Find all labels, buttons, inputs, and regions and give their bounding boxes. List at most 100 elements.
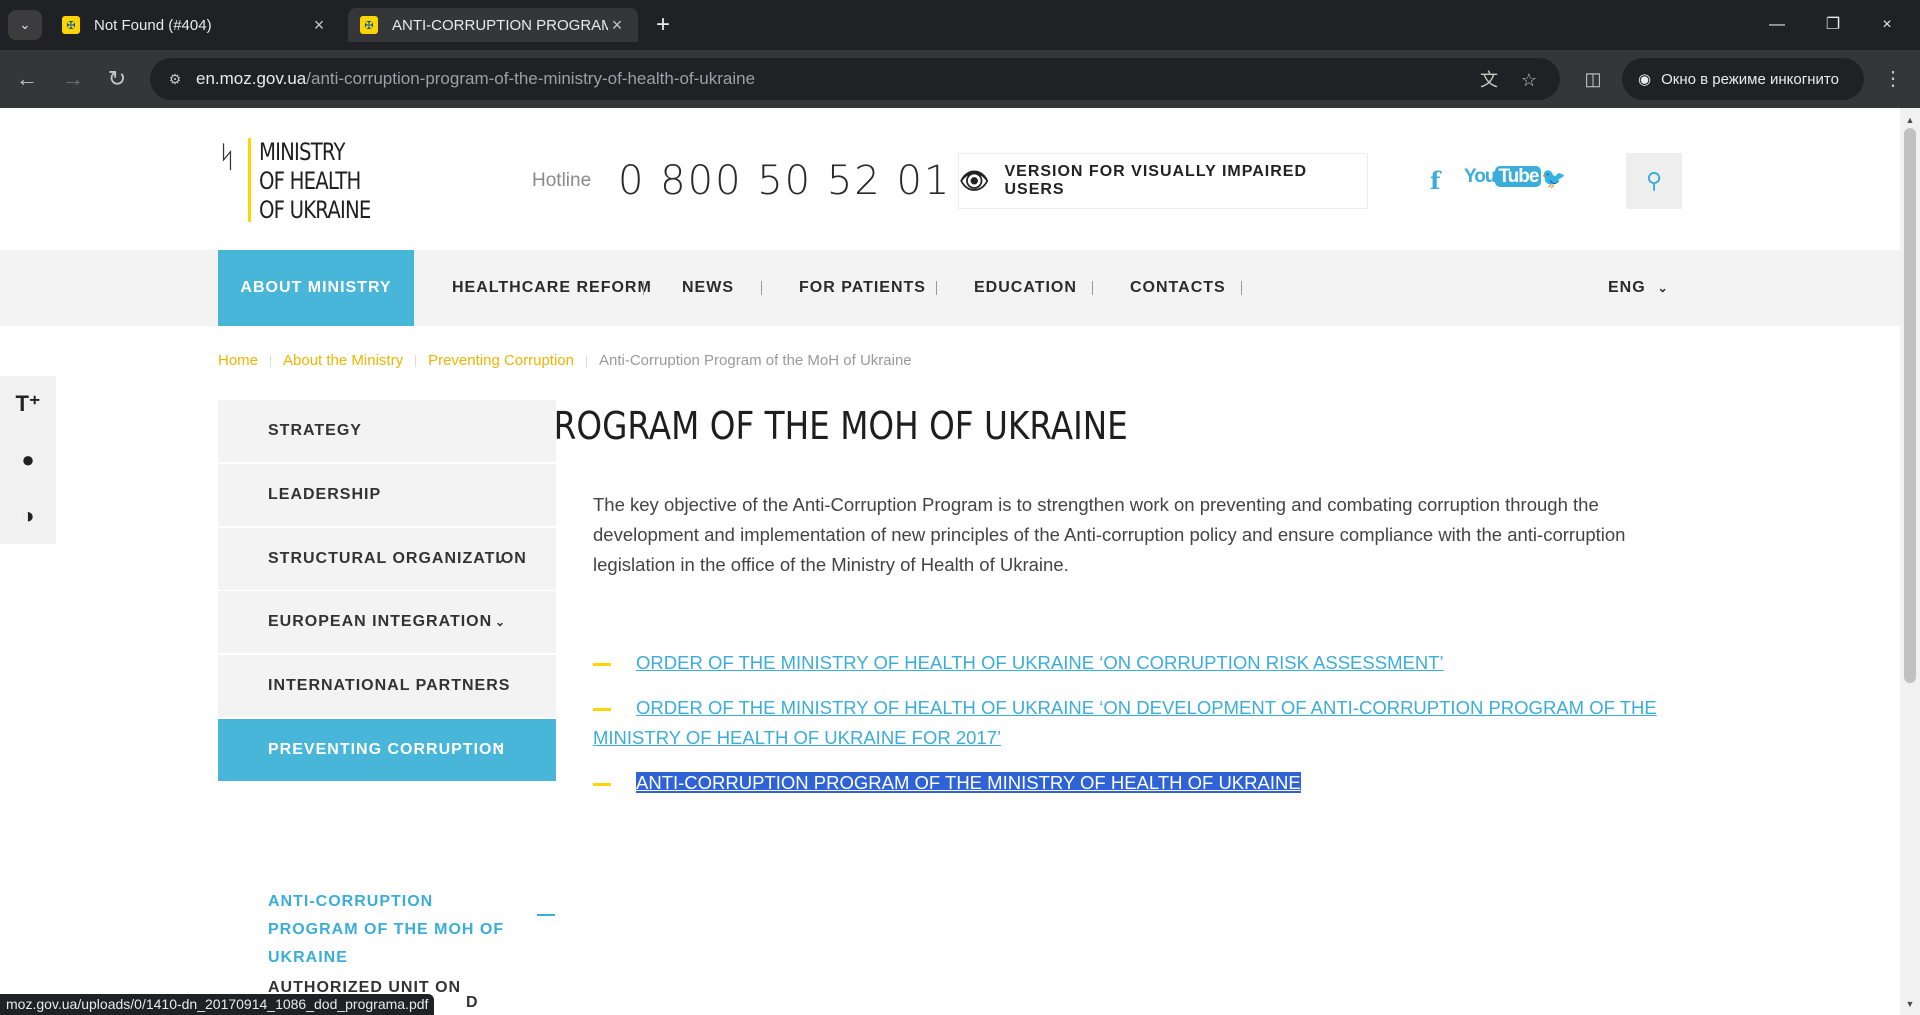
intro-paragraph: The key objective of the Anti-Corruption… [593, 494, 1626, 575]
side-panel-icon[interactable]: ◫ [1578, 64, 1608, 94]
sidebar-item-label: EUROPEAN INTEGRATION [268, 613, 493, 630]
logo-divider [248, 138, 251, 222]
visually-impaired-label: VERSION FOR VISUALLY IMPAIRED USERS [1004, 163, 1307, 198]
bullet-dash [593, 782, 611, 786]
tab-title: ANTI-CORRUPTION PROGRAM [392, 16, 608, 34]
ministry-logo[interactable]: ᛋ MINISTRY OF HEALTH OF UKRAINE [218, 138, 395, 225]
sidebar-subitem-peek: D [466, 994, 478, 1011]
sidebar-item-strategy[interactable]: STRATEGY [218, 400, 556, 462]
browser-tab-bar: ⌄ Not Found (#404) × ANTI-CORRUPTION PRO… [0, 0, 1920, 50]
close-icon[interactable]: × [310, 15, 328, 36]
breadcrumb-separator [415, 355, 417, 368]
nav-healthcare-reform[interactable]: HEALTHCARE REFORM [452, 250, 652, 326]
browser-tab-active[interactable]: ANTI-CORRUPTION PROGRAM × [348, 8, 638, 42]
facebook-icon[interactable]: f [1430, 166, 1440, 195]
chevron-down-icon: ⌄ [19, 17, 31, 32]
sidebar-item-label: LEADERSHIP [268, 486, 382, 503]
text-size-button[interactable]: T⁺ [0, 376, 56, 432]
bullet-dash [593, 662, 611, 666]
youtube-icon[interactable]: You Tube [1464, 166, 1542, 188]
url-domain: en.moz.gov.ua [196, 69, 307, 88]
current-item-dash [537, 914, 555, 916]
sidebar-item-label: INTERNATIONAL PARTNERS [268, 677, 511, 694]
scroll-thumb[interactable] [1904, 128, 1916, 683]
page-viewport: ᛋ MINISTRY OF HEALTH OF UKRAINE Hotline … [0, 108, 1900, 1015]
reload-icon[interactable]: ↻ [102, 64, 132, 94]
nav-contacts[interactable]: CONTACTS [1130, 250, 1226, 326]
restore-icon[interactable]: ❐ [1810, 10, 1856, 40]
bookmark-star-icon[interactable]: ☆ [1516, 67, 1542, 93]
document-link-program-2017[interactable]: ORDER OF THE MINISTRY OF HEALTH OF UKRAI… [593, 697, 1657, 748]
back-arrow-icon[interactable]: ← [12, 64, 42, 94]
breadcrumb-separator [270, 355, 272, 368]
nav-separator [643, 281, 644, 295]
bullet-dash [593, 707, 611, 711]
droplet-icon: ● [21, 447, 35, 472]
url-text[interactable]: en.moz.gov.ua/anti-corruption-program-of… [196, 69, 755, 89]
sidebar-item-european-integration[interactable]: EUROPEAN INTEGRATION ⌄ [218, 591, 556, 653]
nav-education[interactable]: EDUCATION [974, 250, 1077, 326]
browser-menu-icon[interactable]: ⋮ [1878, 64, 1908, 94]
scroll-up-icon[interactable]: ▲ [1904, 114, 1916, 126]
incognito-label: Окно в режиме инкогнито [1661, 70, 1839, 88]
sidebar-subitem-anti-corruption-program[interactable]: ANTI-CORRUPTION PROGRAM OF THE MOH OF UK… [268, 888, 508, 972]
logo-line: OF UKRAINE [259, 196, 371, 224]
ukraine-trident-favicon-icon [360, 16, 378, 34]
search-button[interactable]: ⚲ [1626, 153, 1682, 209]
document-link-risk-assessment[interactable]: ORDER OF THE MINISTRY OF HEALTH OF UKRAI… [636, 652, 1444, 673]
eye-icon: 👁 [959, 167, 991, 195]
hotline-number[interactable]: 0 800 50 52 01 [618, 158, 951, 204]
list-item: ORDER OF THE MINISTRY OF HEALTH OF UKRAI… [593, 693, 1683, 753]
breadcrumb: Home About the Ministry Preventing Corrupt… [218, 352, 912, 369]
breadcrumb-home[interactable]: Home [218, 352, 258, 369]
chevron-up-icon[interactable]: ⌃ [495, 743, 506, 757]
color-mode-button[interactable]: ● [0, 432, 56, 488]
tab-title: Not Found (#404) [94, 16, 212, 34]
incognito-indicator[interactable]: ◉ Окно в режиме инкогнито [1622, 58, 1864, 100]
trident-icon: ᛋ [218, 141, 236, 174]
scroll-down-icon[interactable]: ▼ [1904, 998, 1916, 1010]
sidebar-item-preventing-corruption[interactable]: PREVENTING CORRUPTION ⌃ [218, 719, 556, 781]
language-label: ENG [1608, 279, 1646, 296]
address-bar[interactable]: ⚙ en.moz.gov.ua/anti-corruption-program-… [150, 58, 1560, 100]
twitter-icon[interactable]: 🐦 [1541, 166, 1566, 191]
document-link-anti-corruption-program[interactable]: ANTI-CORRUPTION PROGRAM OF THE MINISTRY … [636, 772, 1301, 793]
nav-about-ministry[interactable]: ABOUT MINISTRY [218, 250, 414, 326]
logo-text: MINISTRY OF HEALTH OF UKRAINE [259, 138, 371, 225]
sidebar-item-international-partners[interactable]: INTERNATIONAL PARTNERS [218, 655, 556, 717]
document-list: ORDER OF THE MINISTRY OF HEALTH OF UKRAI… [593, 648, 1683, 813]
browser-tab-not-found[interactable]: Not Found (#404) × [50, 8, 340, 42]
sidebar-item-label: STRATEGY [268, 422, 362, 439]
url-path: /anti-corruption-program-of-the-ministry… [306, 69, 756, 88]
logo-line: OF HEALTH [259, 167, 361, 195]
translate-icon[interactable]: 文 [1476, 67, 1502, 93]
nav-separator [1092, 281, 1093, 295]
chevron-down-icon: ⌄ [1657, 281, 1669, 295]
window-close-icon[interactable]: × [1864, 10, 1910, 40]
tab-search-button[interactable]: ⌄ [8, 10, 42, 40]
youtube-text-a: You [1464, 166, 1497, 187]
minimize-icon[interactable]: — [1754, 10, 1800, 40]
contrast-button[interactable]: ◑ [0, 488, 56, 544]
sidebar-item-leadership[interactable]: LEADERSHIP [218, 464, 556, 526]
chevron-down-icon[interactable]: ⌄ [495, 552, 506, 566]
link-status-bar: moz.gov.ua/uploads/0/1410-dn_20170914_10… [0, 994, 435, 1015]
site-info-icon[interactable]: ⚙ [164, 68, 186, 90]
chevron-down-icon[interactable]: ⌄ [495, 615, 506, 629]
breadcrumb-preventing-corruption[interactable]: Preventing Corruption [428, 352, 574, 369]
language-select[interactable]: ENG ⌄ [1608, 250, 1669, 326]
list-item: ANTI-CORRUPTION PROGRAM OF THE MINISTRY … [593, 768, 1683, 798]
new-tab-button[interactable]: + [650, 12, 676, 38]
nav-separator [761, 281, 762, 295]
sidebar-item-label: STRUCTURAL ORGANIZATION [268, 550, 527, 567]
sidebar-item-structural-organization[interactable]: STRUCTURAL ORGANIZATION ⌄ [218, 528, 556, 590]
sidebar-item-label: PREVENTING CORRUPTION [268, 741, 506, 758]
nav-news[interactable]: NEWS [682, 250, 734, 326]
nav-for-patients[interactable]: FOR PATIENTS [799, 250, 926, 326]
breadcrumb-about[interactable]: About the Ministry [283, 352, 403, 369]
visually-impaired-button[interactable]: 👁 VERSION FOR VISUALLY IMPAIRED USERS [958, 153, 1368, 209]
main-nav: ABOUT MINISTRY HEALTHCARE REFORM NEWS FO… [0, 250, 1900, 326]
nav-separator [1241, 281, 1242, 295]
close-icon[interactable]: × [608, 15, 626, 36]
forward-arrow-icon[interactable]: → [58, 64, 88, 94]
